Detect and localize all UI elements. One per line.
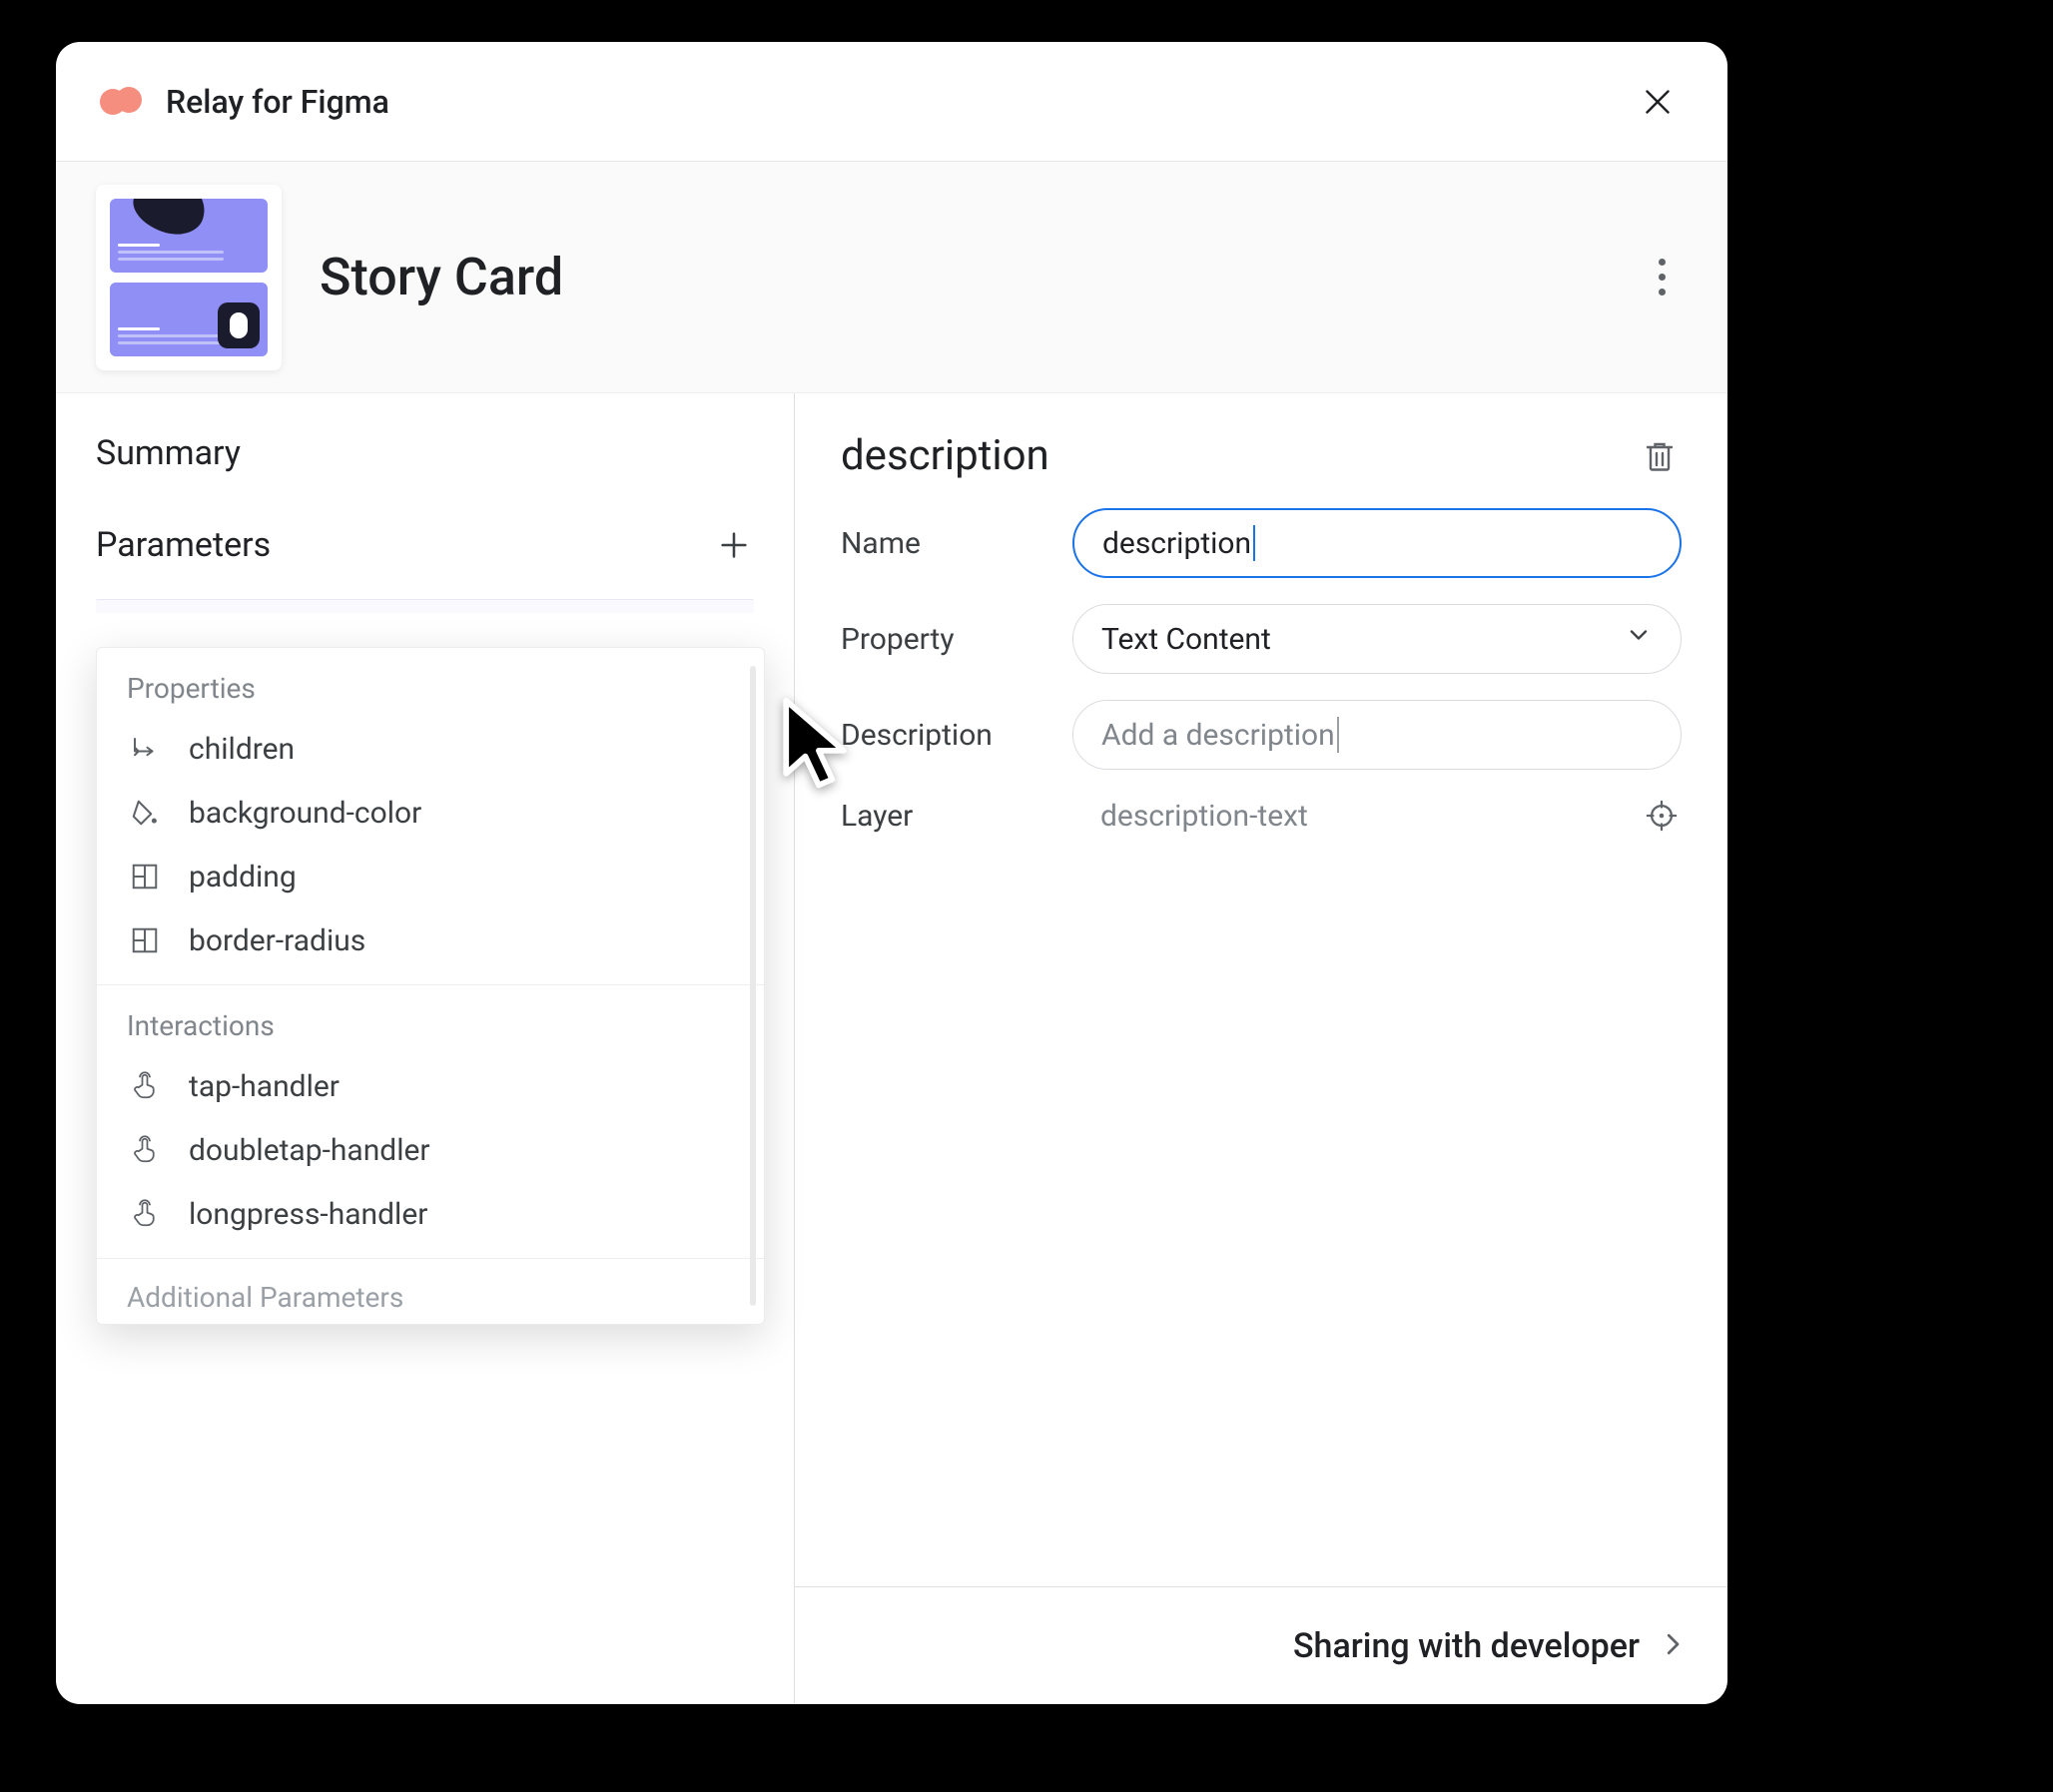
crosshair-icon — [1645, 799, 1679, 833]
popup-group-interactions: Interactions — [97, 985, 764, 1054]
app-title: Relay for Figma — [166, 83, 389, 121]
border-radius-icon — [127, 922, 163, 958]
tap-icon — [127, 1132, 163, 1168]
popup-item-padding[interactable]: padding — [97, 845, 764, 908]
popup-item-background-color[interactable]: background-color — [97, 781, 764, 845]
property-select-value: Text Content — [1101, 622, 1271, 657]
name-input-value: description — [1102, 526, 1251, 561]
layer-value: description-text — [1072, 799, 1642, 834]
popup-item-tap-handler[interactable]: tap-handler — [97, 1054, 764, 1118]
summary-label: Summary — [96, 433, 754, 473]
right-column: description Name description Prope — [795, 393, 1727, 1704]
popup-item-doubletap-handler[interactable]: doubletap-handler — [97, 1118, 764, 1182]
kebab-dot-icon — [1659, 274, 1666, 281]
padding-icon — [127, 859, 163, 895]
component-thumbnail — [96, 185, 282, 370]
tap-icon — [127, 1068, 163, 1104]
trash-icon — [1642, 438, 1678, 474]
popup-item-label: padding — [189, 860, 297, 895]
parameter-detail: description Name description Prope — [795, 393, 1727, 1586]
chevron-down-icon — [1625, 621, 1653, 657]
footer: Sharing with developer — [795, 1586, 1727, 1704]
text-caret-icon — [1337, 717, 1339, 753]
parameters-section: Parameters — [56, 499, 794, 591]
close-icon — [1640, 84, 1676, 120]
component-name: Story Card — [320, 247, 563, 307]
delete-parameter-button[interactable] — [1638, 434, 1682, 478]
kebab-dot-icon — [1659, 289, 1666, 296]
sharing-link[interactable]: Sharing with developer — [1293, 1626, 1640, 1666]
plus-icon — [717, 528, 751, 562]
relay-logo-icon — [100, 87, 142, 117]
tap-icon — [127, 1196, 163, 1232]
locate-layer-button[interactable] — [1642, 796, 1682, 836]
parameters-label: Parameters — [96, 525, 714, 565]
description-input[interactable]: Add a description — [1072, 700, 1682, 770]
add-parameter-popup: Properties children background-color — [96, 647, 765, 1325]
popup-item-label: tap-handler — [189, 1069, 340, 1104]
popup-scrollbar[interactable] — [750, 666, 756, 1306]
description-label: Description — [841, 718, 1072, 753]
popup-item-label: background-color — [189, 796, 421, 831]
paint-bucket-icon — [127, 795, 163, 831]
component-header: Story Card — [56, 162, 1727, 393]
text-caret-icon — [1253, 525, 1255, 561]
popup-item-children[interactable]: children — [97, 717, 764, 781]
mouse-cursor-icon — [777, 697, 857, 797]
popup-item-longpress-handler[interactable]: longpress-handler — [97, 1182, 764, 1246]
popup-item-label: longpress-handler — [189, 1197, 427, 1232]
layer-label: Layer — [841, 799, 1072, 834]
children-icon — [127, 731, 163, 767]
name-input[interactable]: description — [1072, 508, 1682, 578]
popup-item-label: doubletap-handler — [189, 1133, 430, 1168]
relay-panel: Relay for Figma Story Card Summary — [56, 42, 1727, 1704]
property-select[interactable]: Text Content — [1072, 604, 1682, 674]
popup-group-properties: Properties — [97, 648, 764, 717]
popup-item-border-radius[interactable]: border-radius — [97, 908, 764, 972]
popup-item-label: children — [189, 732, 295, 767]
summary-section[interactable]: Summary — [56, 393, 794, 499]
description-placeholder: Add a description — [1101, 718, 1335, 753]
property-label: Property — [841, 622, 1072, 657]
left-column: Summary Parameters Properties — [56, 393, 795, 1704]
popup-group-additional: Additional Parameters — [97, 1259, 764, 1324]
close-button[interactable] — [1636, 80, 1680, 124]
detail-title: description — [841, 431, 1638, 480]
parameters-divider — [96, 599, 754, 613]
chevron-right-icon — [1658, 1629, 1688, 1663]
kebab-dot-icon — [1659, 259, 1666, 266]
add-parameter-button[interactable] — [714, 525, 754, 565]
popup-item-label: border-radius — [189, 923, 365, 958]
name-label: Name — [841, 526, 1072, 561]
component-menu-button[interactable] — [1636, 252, 1688, 303]
titlebar: Relay for Figma — [56, 42, 1727, 162]
